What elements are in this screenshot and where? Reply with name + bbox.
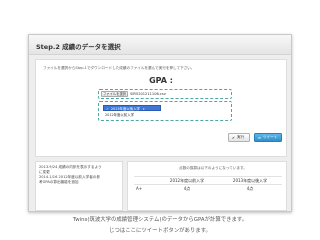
file-input[interactable]: ファイルを選択 SIR5201211106.csv bbox=[98, 89, 232, 99]
caret-down-icon: ▾ bbox=[142, 107, 145, 111]
caption-line: Twins(筑波大学の成績管理システム)のデータからGPAが計算できます。 bbox=[72, 217, 248, 223]
table-header: 2012年度以前入学 bbox=[169, 177, 205, 183]
page-title: Step.2 成績のデータを選択 bbox=[29, 35, 291, 55]
caption-line: じつはここにツイートボタンがあります。 bbox=[109, 228, 211, 234]
tweet-arrow-icon: ➦ bbox=[258, 135, 262, 140]
select-option-label: 2013年度以後入学 bbox=[110, 107, 140, 111]
score-conversion-panel: 点数の換算は以下のようになっています。 2012年度以前入学 2013年度以後入… bbox=[127, 161, 287, 211]
run-button[interactable]: ✔ 実行 bbox=[228, 133, 250, 142]
play-icon: ✔ bbox=[232, 135, 236, 140]
select-option-2013[interactable]: ✓ 2013年度以後入学 ▾ bbox=[103, 105, 161, 111]
gpa-label: GPA : bbox=[149, 76, 173, 85]
file-name: SIR5201211106.csv bbox=[130, 92, 166, 96]
note-line: 考GPAの算出機能を追加 bbox=[39, 180, 79, 184]
table-cell: A+ bbox=[136, 186, 143, 191]
table-header-row: 2012年度以前入学 2013年度以後入学 bbox=[134, 176, 282, 184]
score-table: 2012年度以前入学 2013年度以後入学 A+ 4点 4点 bbox=[134, 176, 282, 192]
instruction-text: ファイルを選択からStep.1でダウンロードした成績のファイルを選んで実行を押し… bbox=[43, 66, 195, 70]
run-button-label: 実行 bbox=[237, 135, 245, 139]
table-cell: 4点 bbox=[246, 185, 254, 191]
enrollment-year-select[interactable]: ✓ 2013年度以後入学 ▾ 2012年度以前入学 bbox=[98, 101, 232, 121]
screenshot-frame: Step.2 成績のデータを選択 ファイルを選択からStep.1でダウンロードし… bbox=[28, 34, 292, 212]
choose-file-button[interactable]: ファイルを選択 bbox=[101, 91, 129, 97]
table-cell: 4点 bbox=[183, 185, 191, 191]
select-option-2012[interactable]: 2012年度以前入学 bbox=[103, 112, 136, 118]
file-select-panel: ファイルを選択からStep.1でダウンロードした成績のファイルを選んで実行を押し… bbox=[35, 59, 287, 157]
score-note: 点数の換算は以下のようになっています。 bbox=[179, 166, 247, 170]
table-header: 2013年度以後入学 bbox=[232, 177, 268, 183]
tweet-button-label: ツイート bbox=[263, 135, 278, 139]
check-icon: ✓ bbox=[106, 107, 109, 111]
tweet-button[interactable]: ➦ ツイート bbox=[254, 133, 282, 142]
update-notes: 2013.9/24 成績の内訳を表示するよう に変更 2014.1/16 201… bbox=[35, 161, 123, 211]
table-row: A+ 4点 4点 bbox=[134, 184, 282, 192]
